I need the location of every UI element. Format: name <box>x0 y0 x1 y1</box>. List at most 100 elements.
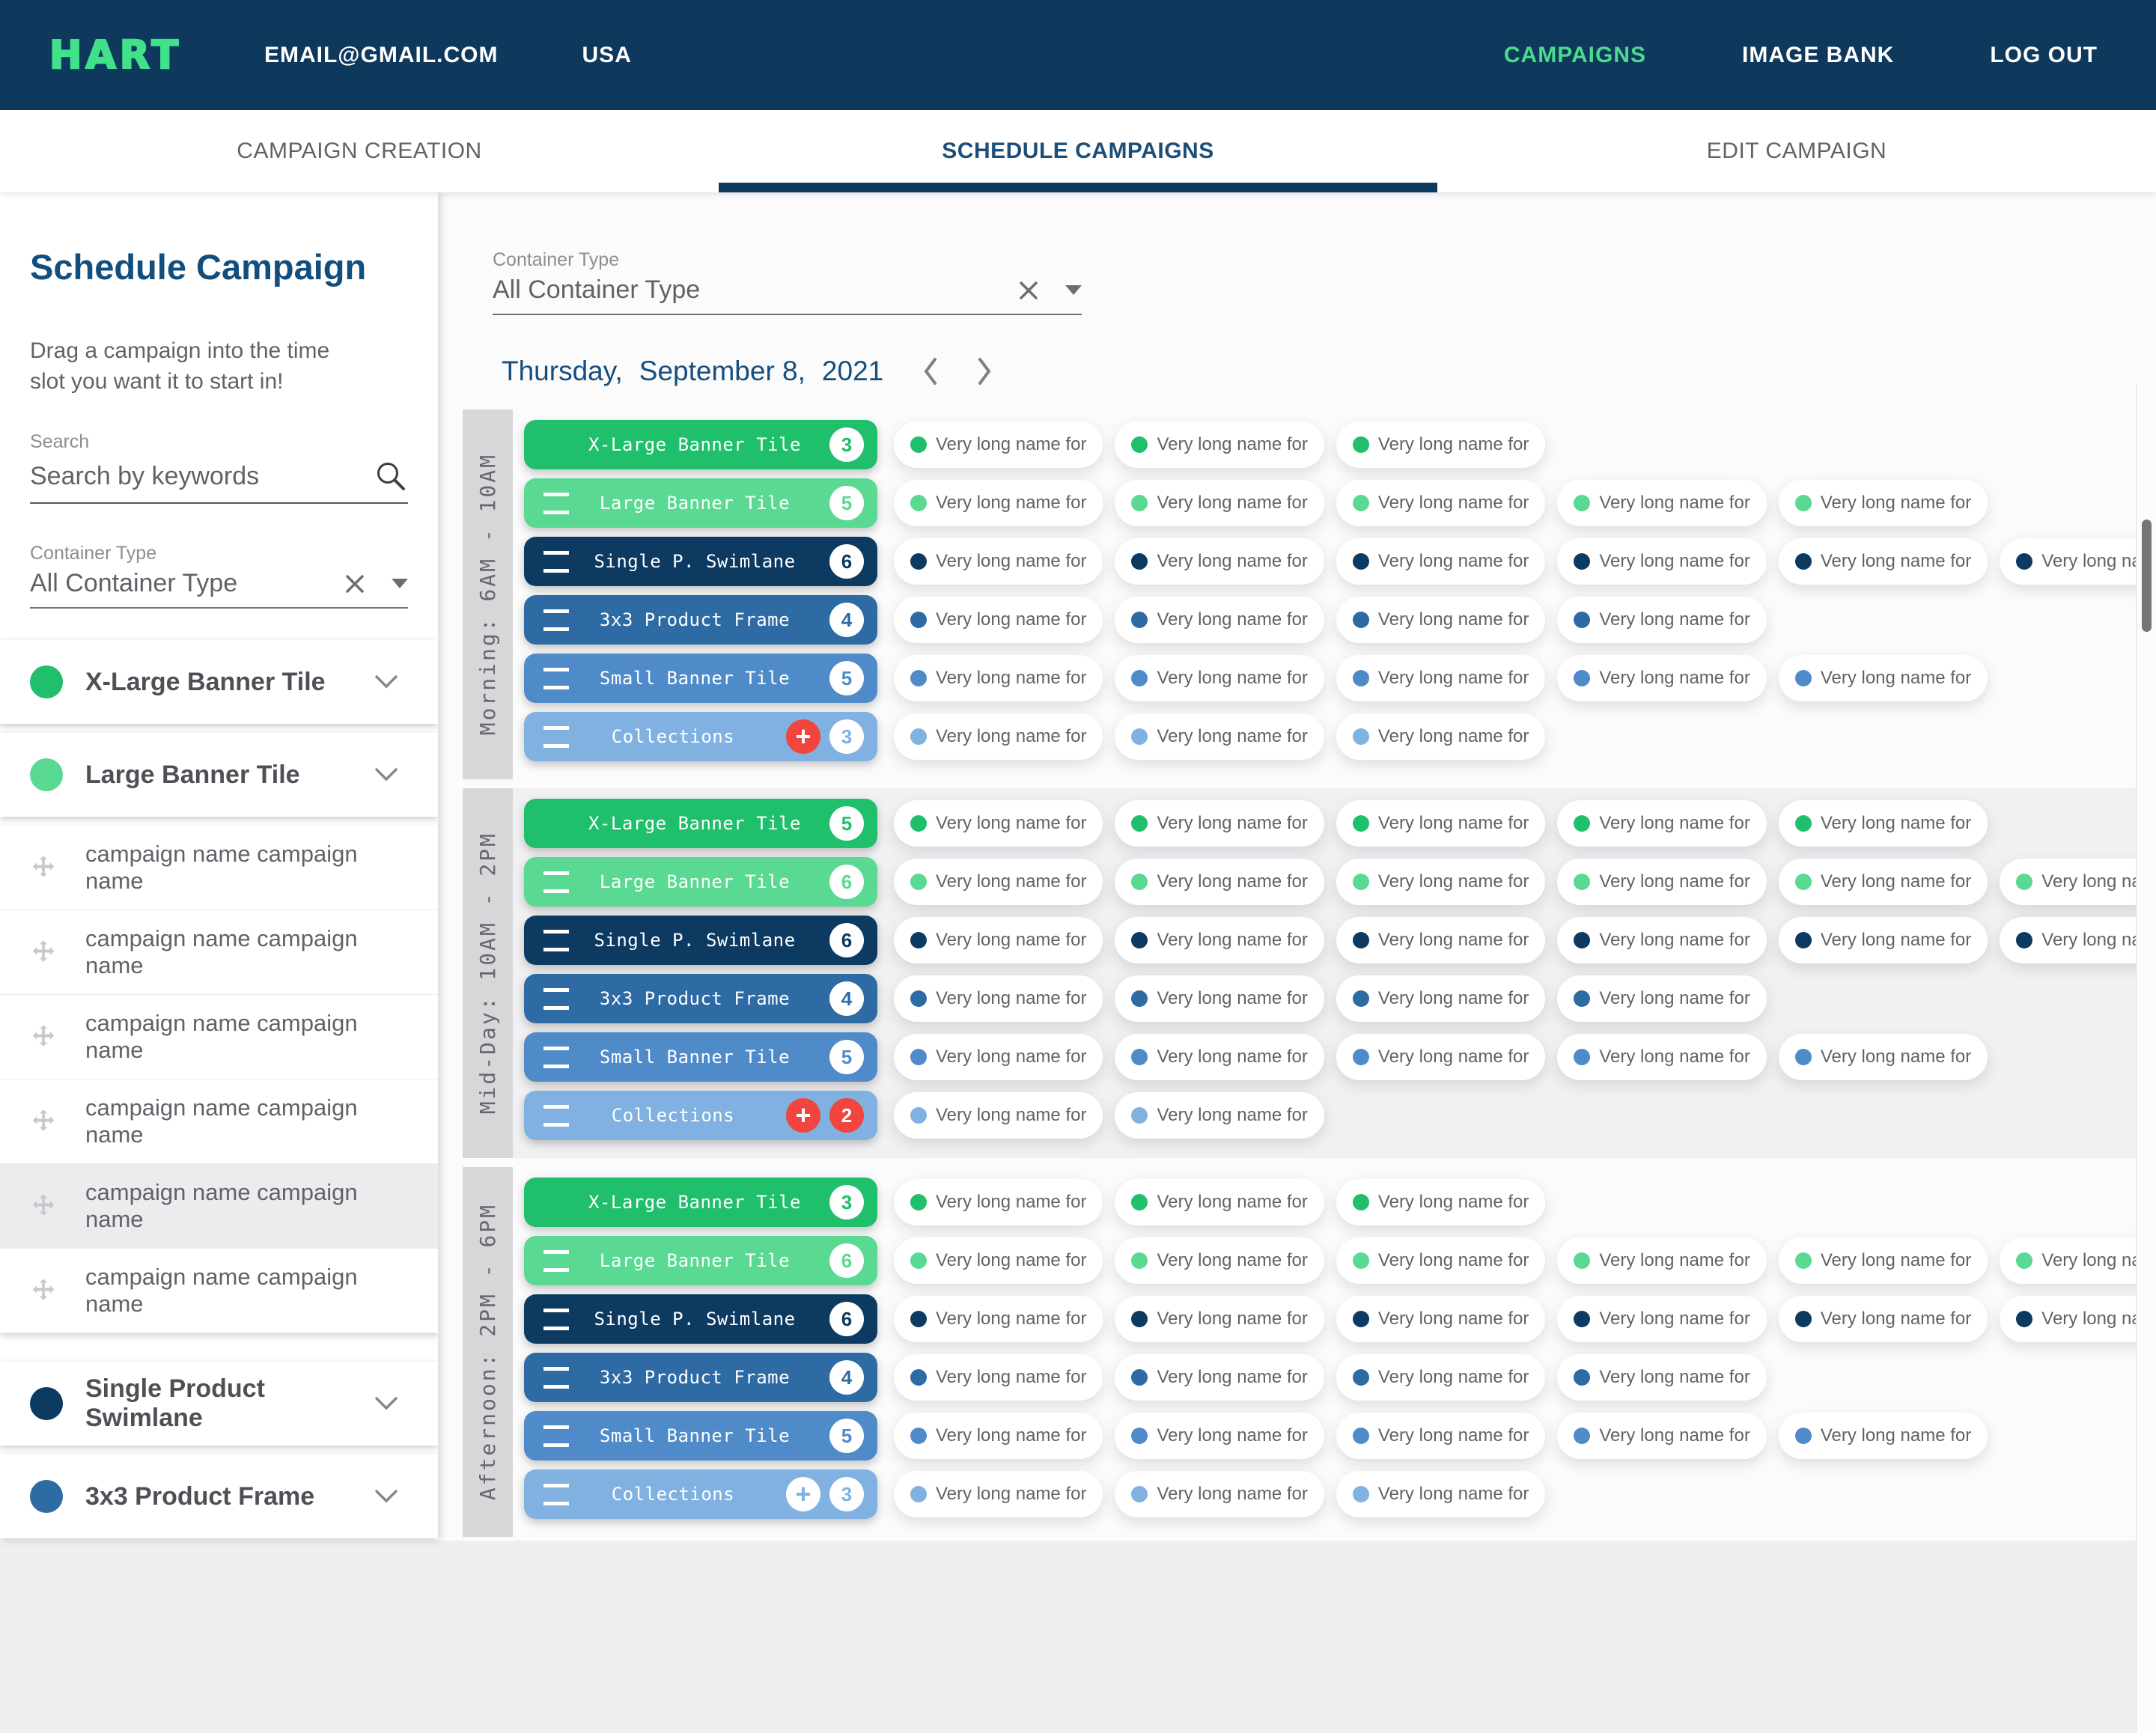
campaign-pill[interactable]: Very long name for <box>894 597 1103 643</box>
campaign-list-item[interactable]: campaign name campaign name <box>0 1079 438 1164</box>
drag-handle-icon[interactable] <box>543 492 569 514</box>
tab-campaign-creation[interactable]: CAMPAIGN CREATION <box>0 110 719 192</box>
add-campaign-button[interactable]: + <box>786 719 820 754</box>
move-icon[interactable] <box>30 1193 57 1219</box>
caret-down-icon[interactable] <box>392 579 408 588</box>
search-icon[interactable] <box>374 459 408 493</box>
campaign-pill[interactable]: Very long name for <box>1336 859 1546 905</box>
campaign-pill[interactable]: Very long name for <box>1336 1237 1546 1284</box>
campaign-pill[interactable]: Very long name for <box>1778 1034 1988 1080</box>
campaign-list-item[interactable]: campaign name campaign name <box>0 826 438 910</box>
nav-image-bank-link[interactable]: IMAGE BANK <box>1742 43 1894 68</box>
clear-icon[interactable] <box>1017 279 1040 302</box>
campaign-pill[interactable]: Very long name for <box>1778 655 1988 701</box>
campaign-pill[interactable]: Very long name for <box>1115 1034 1324 1080</box>
sidebar-group-single[interactable]: Single Product Swimlane <box>0 1362 438 1446</box>
campaign-pill[interactable]: Very long name for <box>1778 917 1988 963</box>
add-campaign-button[interactable]: + <box>786 1098 820 1133</box>
campaign-pill[interactable]: Very long name for <box>2000 538 2156 585</box>
campaign-pill[interactable]: Very long name for <box>1115 1413 1324 1459</box>
campaign-pill[interactable]: Very long name for <box>1557 800 1767 847</box>
campaign-pill[interactable]: Very long name for <box>1115 597 1324 643</box>
campaign-pill[interactable]: Very long name for <box>1557 597 1767 643</box>
campaign-pill[interactable]: Very long name for <box>1778 800 1988 847</box>
nav-campaigns-link[interactable]: CAMPAIGNS <box>1504 43 1646 68</box>
main-container-type-select[interactable]: All Container Type <box>493 275 1082 315</box>
tab-schedule-campaigns[interactable]: SCHEDULE CAMPAIGNS <box>719 110 1437 192</box>
campaign-pill[interactable]: Very long name for <box>1115 713 1324 760</box>
container-type-band[interactable]: Small Banner Tile 5 <box>524 1411 877 1461</box>
vertical-scrollbar-thumb[interactable] <box>2142 520 2152 632</box>
tab-edit-campaign[interactable]: EDIT CAMPAIGN <box>1437 110 2156 192</box>
campaign-list-item[interactable]: campaign name campaign name <box>0 910 438 995</box>
container-type-band[interactable]: Collections +2 <box>524 1091 877 1140</box>
chevron-left-icon[interactable] <box>918 353 942 390</box>
campaign-pill[interactable]: Very long name for <box>1115 1354 1324 1401</box>
campaign-pill[interactable]: Very long name for <box>894 480 1103 526</box>
campaign-pill[interactable]: Very long name for <box>894 917 1103 963</box>
campaign-pill[interactable]: Very long name for <box>1336 1034 1546 1080</box>
campaign-pill[interactable]: Very long name for <box>1336 917 1546 963</box>
campaign-pill[interactable]: Very long name for <box>894 1471 1103 1517</box>
campaign-pill[interactable]: Very long name for <box>1336 1413 1546 1459</box>
drag-handle-icon[interactable] <box>543 1249 569 1272</box>
drag-handle-icon[interactable] <box>543 1483 569 1505</box>
campaign-pill[interactable]: Very long name for <box>1115 538 1324 585</box>
campaign-pill[interactable]: Very long name for <box>1115 917 1324 963</box>
drag-handle-icon[interactable] <box>543 609 569 631</box>
campaign-pill[interactable]: Very long name for <box>894 1237 1103 1284</box>
campaign-pill[interactable]: Very long name for <box>1778 538 1988 585</box>
container-type-band[interactable]: 3x3 Product Frame 4 <box>524 974 877 1023</box>
campaign-pill[interactable]: Very long name for <box>1778 859 1988 905</box>
campaign-pill[interactable]: Very long name for <box>2000 1237 2156 1284</box>
nav-email[interactable]: EMAIL@GMAIL.COM <box>264 43 499 68</box>
campaign-pill[interactable]: Very long name for <box>2000 917 2156 963</box>
campaign-pill[interactable]: Very long name for <box>894 1092 1103 1139</box>
nav-region[interactable]: USA <box>582 43 632 68</box>
campaign-pill[interactable]: Very long name for <box>1778 1413 1988 1459</box>
campaign-pill[interactable]: Very long name for <box>1115 1237 1324 1284</box>
drag-handle-icon[interactable] <box>543 871 569 893</box>
vertical-scrollbar-track[interactable] <box>2136 385 2156 1733</box>
campaign-pill[interactable]: Very long name for <box>894 1354 1103 1401</box>
drag-handle-icon[interactable] <box>543 987 569 1010</box>
drag-handle-icon[interactable] <box>543 550 569 573</box>
move-icon[interactable] <box>30 854 57 881</box>
campaign-pill[interactable]: Very long name for <box>1557 1296 1767 1342</box>
drag-handle-icon[interactable] <box>543 1046 569 1068</box>
container-type-band[interactable]: Large Banner Tile 6 <box>524 1236 877 1285</box>
campaign-list-item[interactable]: campaign name campaign name <box>0 1249 438 1333</box>
campaign-pill[interactable]: Very long name for <box>1557 975 1767 1022</box>
campaign-pill[interactable]: Very long name for <box>1557 1354 1767 1401</box>
move-icon[interactable] <box>30 939 57 966</box>
campaign-pill[interactable]: Very long name for <box>1336 1296 1546 1342</box>
drag-handle-icon[interactable] <box>543 667 569 689</box>
campaign-pill[interactable]: Very long name for <box>1336 1471 1546 1517</box>
drag-handle-icon[interactable] <box>543 1425 569 1447</box>
container-type-band[interactable]: Single P. Swimlane 6 <box>524 916 877 965</box>
campaign-pill[interactable]: Very long name for <box>1336 800 1546 847</box>
campaign-pill[interactable]: Very long name for <box>894 1179 1103 1225</box>
campaign-pill[interactable]: Very long name for <box>1115 480 1324 526</box>
campaign-list-item[interactable]: campaign name campaign name <box>0 995 438 1079</box>
campaign-pill[interactable]: Very long name for <box>1115 1092 1324 1139</box>
container-type-band[interactable]: Collections +3 <box>524 712 877 761</box>
campaign-pill[interactable]: Very long name for <box>1336 1354 1546 1401</box>
campaign-pill[interactable]: Very long name for <box>1778 1296 1988 1342</box>
search-input[interactable] <box>30 461 374 491</box>
campaign-pill[interactable]: Very long name for <box>1115 859 1324 905</box>
chevron-down-icon[interactable] <box>374 1396 399 1411</box>
campaign-pill[interactable]: Very long name for <box>1115 1296 1324 1342</box>
container-type-band[interactable]: X-Large Banner Tile 3 <box>524 420 877 469</box>
campaign-pill[interactable]: Very long name for <box>1336 597 1546 643</box>
container-type-band[interactable]: Small Banner Tile 5 <box>524 654 877 703</box>
campaign-pill[interactable]: Very long name for <box>1557 859 1767 905</box>
campaign-pill[interactable]: Very long name for <box>894 1413 1103 1459</box>
container-type-band[interactable]: 3x3 Product Frame 4 <box>524 1353 877 1402</box>
campaign-pill[interactable]: Very long name for <box>1336 713 1546 760</box>
campaign-pill[interactable]: Very long name for <box>1557 1413 1767 1459</box>
campaign-pill[interactable]: Very long name for <box>894 713 1103 760</box>
campaign-pill[interactable]: Very long name for <box>2000 1296 2156 1342</box>
campaign-pill[interactable]: Very long name for <box>1336 975 1546 1022</box>
sidebar-group-xlarge[interactable]: X-Large Banner Tile <box>0 640 438 724</box>
